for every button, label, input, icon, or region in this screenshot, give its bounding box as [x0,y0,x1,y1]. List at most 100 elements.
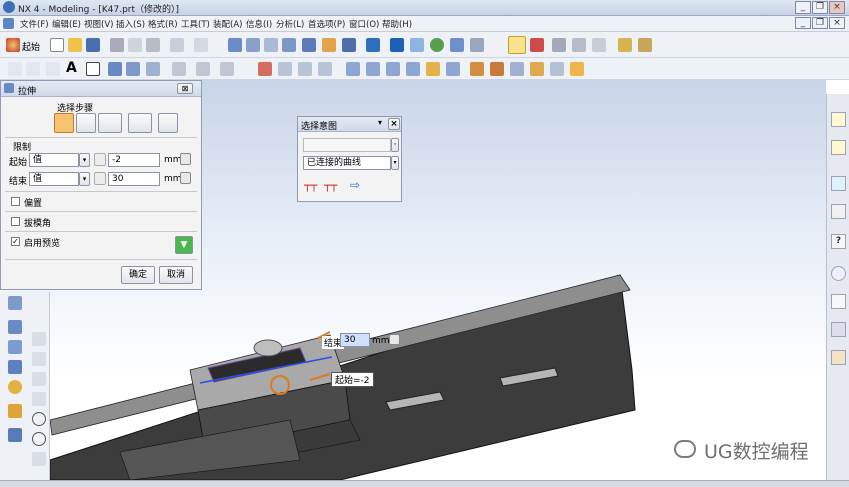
boss-icon[interactable] [490,62,504,76]
open-icon[interactable] [68,38,82,52]
pocket-icon[interactable] [510,62,524,76]
menu-help[interactable]: 帮助(H) [382,18,412,30]
zoom-icon[interactable] [264,38,278,52]
perspective-icon[interactable] [342,38,356,52]
doc-restore-button[interactable]: ❐ [812,17,828,29]
menu-info[interactable]: 信息(I) [246,18,272,30]
start-spin-icon[interactable] [180,153,191,165]
cylinder-icon[interactable] [8,340,22,354]
through-curves-icon[interactable] [366,62,380,76]
roles-icon[interactable] [831,350,846,365]
start-formula-icon[interactable] [94,153,106,166]
split-icon[interactable] [298,62,312,76]
paste-icon[interactable] [146,38,160,52]
point-icon[interactable] [552,38,566,52]
undo-icon[interactable] [170,38,184,52]
pad-icon[interactable] [530,62,544,76]
follow-fillet-icon[interactable]: ┬┬ [324,179,337,192]
pan-icon[interactable] [322,38,336,52]
selection-filter-select[interactable] [303,138,391,152]
bridge-icon[interactable] [196,62,210,76]
menu-assembly[interactable]: 装配(A) [213,18,242,30]
fit-view-icon[interactable] [228,38,242,52]
system-materials-icon[interactable] [831,322,846,337]
web-browser-icon[interactable] [831,176,846,191]
end-type-dropdown-icon[interactable]: ▾ [79,172,90,186]
material-icon[interactable] [430,38,444,52]
fillet-curve-icon[interactable] [220,62,234,76]
selection-filter-dropdown[interactable]: ▾ [391,138,399,152]
layer-icon[interactable] [470,38,484,52]
cross-icon[interactable] [32,452,46,466]
wcs-icon[interactable] [530,38,544,52]
color-icon[interactable] [638,38,652,52]
sketch-tool-icon[interactable] [8,296,22,310]
vector-step-button[interactable] [98,113,122,133]
sweep-icon[interactable] [406,62,420,76]
history-icon[interactable] [831,204,846,219]
section-step-button[interactable] [54,113,74,133]
ellipse-icon[interactable] [32,432,46,446]
join-icon[interactable] [278,62,292,76]
groove-icon[interactable] [570,62,584,76]
surface-icon[interactable] [346,62,360,76]
direction-step-button[interactable] [76,113,96,133]
ok-button[interactable]: 确定 [121,266,155,284]
axis-icon[interactable] [32,392,46,406]
start-menu-button[interactable]: 起始 [22,40,40,53]
start-type-dropdown-icon[interactable]: ▾ [79,153,90,167]
save-icon[interactable] [86,38,100,52]
selection-icon[interactable] [194,38,208,52]
preview-checkbox[interactable]: ✓ [11,237,20,246]
extrude-dialog-close-button[interactable]: ⊠ [177,83,193,94]
curve-draw-icon[interactable] [32,372,46,386]
copy-icon[interactable] [128,38,142,52]
menu-edit[interactable]: 编辑(E) [52,18,81,30]
curve-rule-dropdown[interactable]: ▾ [391,156,399,170]
close-button[interactable]: × [829,1,845,14]
menu-tools[interactable]: 工具(T) [181,18,210,30]
menu-view[interactable]: 视图(V) [84,18,113,30]
mesh-icon[interactable] [386,62,400,76]
doc-close-button[interactable]: × [829,17,845,29]
minimize-button[interactable]: _ [795,1,811,14]
block-icon[interactable] [8,320,22,334]
maximize-button[interactable]: ❐ [812,1,828,14]
end-formula-icon[interactable] [94,172,106,185]
chamfer-icon[interactable] [8,428,22,442]
cone-icon[interactable] [8,360,22,374]
edit-curve-icon[interactable] [318,62,332,76]
end-value-input[interactable]: 30 [108,172,160,186]
draft-checkbox[interactable] [11,217,20,226]
curve-rule-select[interactable]: 已连接的曲线 [303,156,391,170]
end-handle-input[interactable]: 30 [340,333,370,347]
stop-at-intersection-icon[interactable]: ┬┬ [304,179,317,192]
cancel-button[interactable]: 取消 [159,266,193,284]
revolve-icon[interactable] [126,62,140,76]
boolean-step-button[interactable] [128,113,152,133]
rectangle-icon[interactable] [86,62,100,76]
help-icon[interactable]: ? [831,234,846,249]
rotate-icon[interactable] [302,38,316,52]
part-navigator-icon[interactable] [831,140,846,155]
list-icon[interactable] [831,294,846,309]
sphere-icon[interactable] [8,380,22,394]
menu-window[interactable]: 窗口(O) [349,18,379,30]
zoom-in-icon[interactable] [282,38,296,52]
assembly-navigator-icon[interactable] [831,112,846,127]
end-spin-icon[interactable] [180,172,191,184]
menu-analysis[interactable]: 分析(L) [276,18,304,30]
menu-insert[interactable]: 插入(S) [116,18,145,30]
new-icon[interactable] [50,38,64,52]
menu-file[interactable]: 文件(F) [20,18,49,30]
end-type-select[interactable]: 值 [29,172,79,186]
render-icon[interactable] [450,38,464,52]
circle-icon[interactable] [32,412,46,426]
end-handle-spin-icon[interactable] [389,334,400,345]
arc-icon[interactable] [26,62,40,76]
expand-more-button[interactable]: ▼ [175,236,193,254]
next-arrow-icon[interactable]: ⇨ [350,178,360,192]
zoom-box-icon[interactable] [246,38,260,52]
menu-format[interactable]: 格式(R) [148,18,178,30]
project-icon[interactable] [258,62,272,76]
